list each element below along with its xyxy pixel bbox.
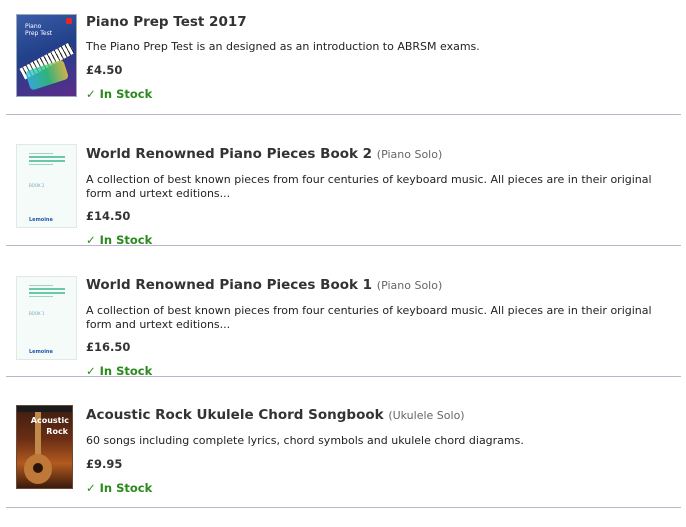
product-list: Piano Prep Test Piano Prep Test 2017 The…	[0, 0, 686, 527]
product-item: BOOK 1 Lemoine World Renowned Piano Piec…	[0, 246, 686, 378]
product-title[interactable]: World Renowned Piano Pieces Book 1 (Pian…	[86, 276, 666, 295]
product-item: BOOK 2 Lemoine World Renowned Piano Piec…	[0, 115, 686, 247]
check-icon: ✓	[86, 86, 96, 101]
cover-title: Acoustic	[30, 416, 69, 425]
product-description: The Piano Prep Test is an designed as an…	[86, 40, 480, 53]
product-item: Acoustic Rock Acoustic Rock Ukulele Chor…	[0, 377, 686, 507]
product-thumbnail[interactable]: BOOK 2 Lemoine	[16, 144, 77, 228]
cover-subtitle: Rock	[46, 427, 68, 436]
product-description: A collection of best known pieces from f…	[86, 304, 652, 331]
stock-status: ✓ In Stock	[86, 86, 153, 101]
product-thumbnail[interactable]: BOOK 1 Lemoine	[16, 276, 77, 360]
publisher-logo: Lemoine	[29, 349, 53, 355]
brand-logo-icon	[66, 18, 72, 24]
product-category: (Piano Solo)	[376, 279, 443, 292]
product-description: A collection of best known pieces from f…	[86, 173, 652, 200]
product-title[interactable]: World Renowned Piano Pieces Book 2 (Pian…	[86, 145, 666, 164]
product-price: £9.95	[86, 456, 123, 471]
product-price: £16.50	[86, 340, 131, 354]
product-thumbnail[interactable]: Piano Prep Test	[16, 14, 77, 97]
cover-book-number: BOOK 2	[29, 183, 45, 188]
product-description: 60 songs including complete lyrics, chor…	[86, 434, 524, 447]
cover-title	[29, 285, 65, 299]
publisher-logo: Lemoine	[29, 217, 53, 223]
product-category: (Ukulele Solo)	[388, 409, 465, 422]
item-divider	[6, 507, 681, 508]
product-thumbnail[interactable]: Acoustic Rock	[16, 405, 73, 489]
product-item: Piano Prep Test Piano Prep Test 2017 The…	[0, 0, 686, 114]
product-category: (Piano Solo)	[376, 148, 443, 161]
product-price: £14.50	[86, 209, 131, 223]
stock-status: ✓ In Stock	[86, 480, 153, 495]
cover-title: Piano Prep Test	[25, 23, 53, 37]
product-price: £4.50	[86, 62, 123, 77]
product-title[interactable]: Acoustic Rock Ukulele Chord Songbook (Uk…	[86, 406, 666, 425]
product-title[interactable]: Piano Prep Test 2017	[86, 13, 666, 31]
cover-book-number: BOOK 1	[29, 311, 45, 316]
check-icon: ✓	[86, 480, 96, 495]
cover-title	[29, 153, 65, 167]
